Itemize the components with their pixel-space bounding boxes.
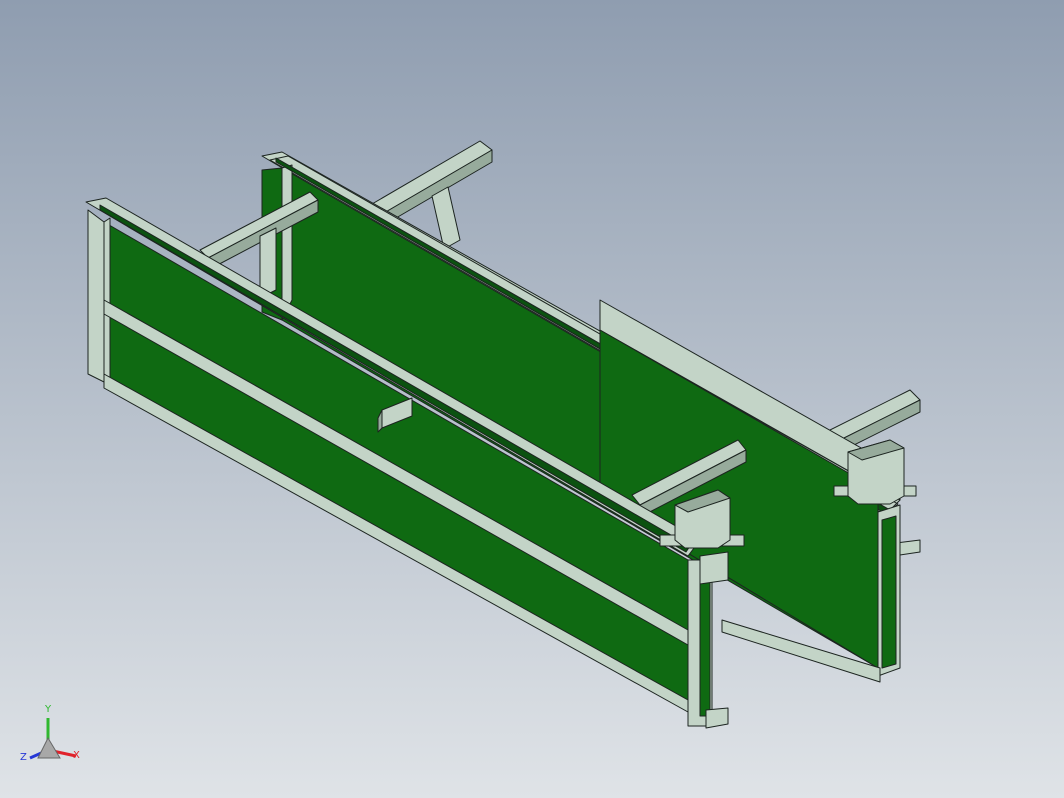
coordinate-triad: X Y Z (20, 704, 80, 763)
cad-graphics-viewport[interactable]: X Y Z (0, 0, 1064, 798)
y-axis-label: Y (44, 704, 52, 715)
triad-origin-cone (37, 736, 61, 759)
x-axis-label: X (73, 750, 80, 761)
z-axis-label: Z (20, 752, 27, 763)
conveyor-3d-model[interactable] (0, 0, 1064, 798)
